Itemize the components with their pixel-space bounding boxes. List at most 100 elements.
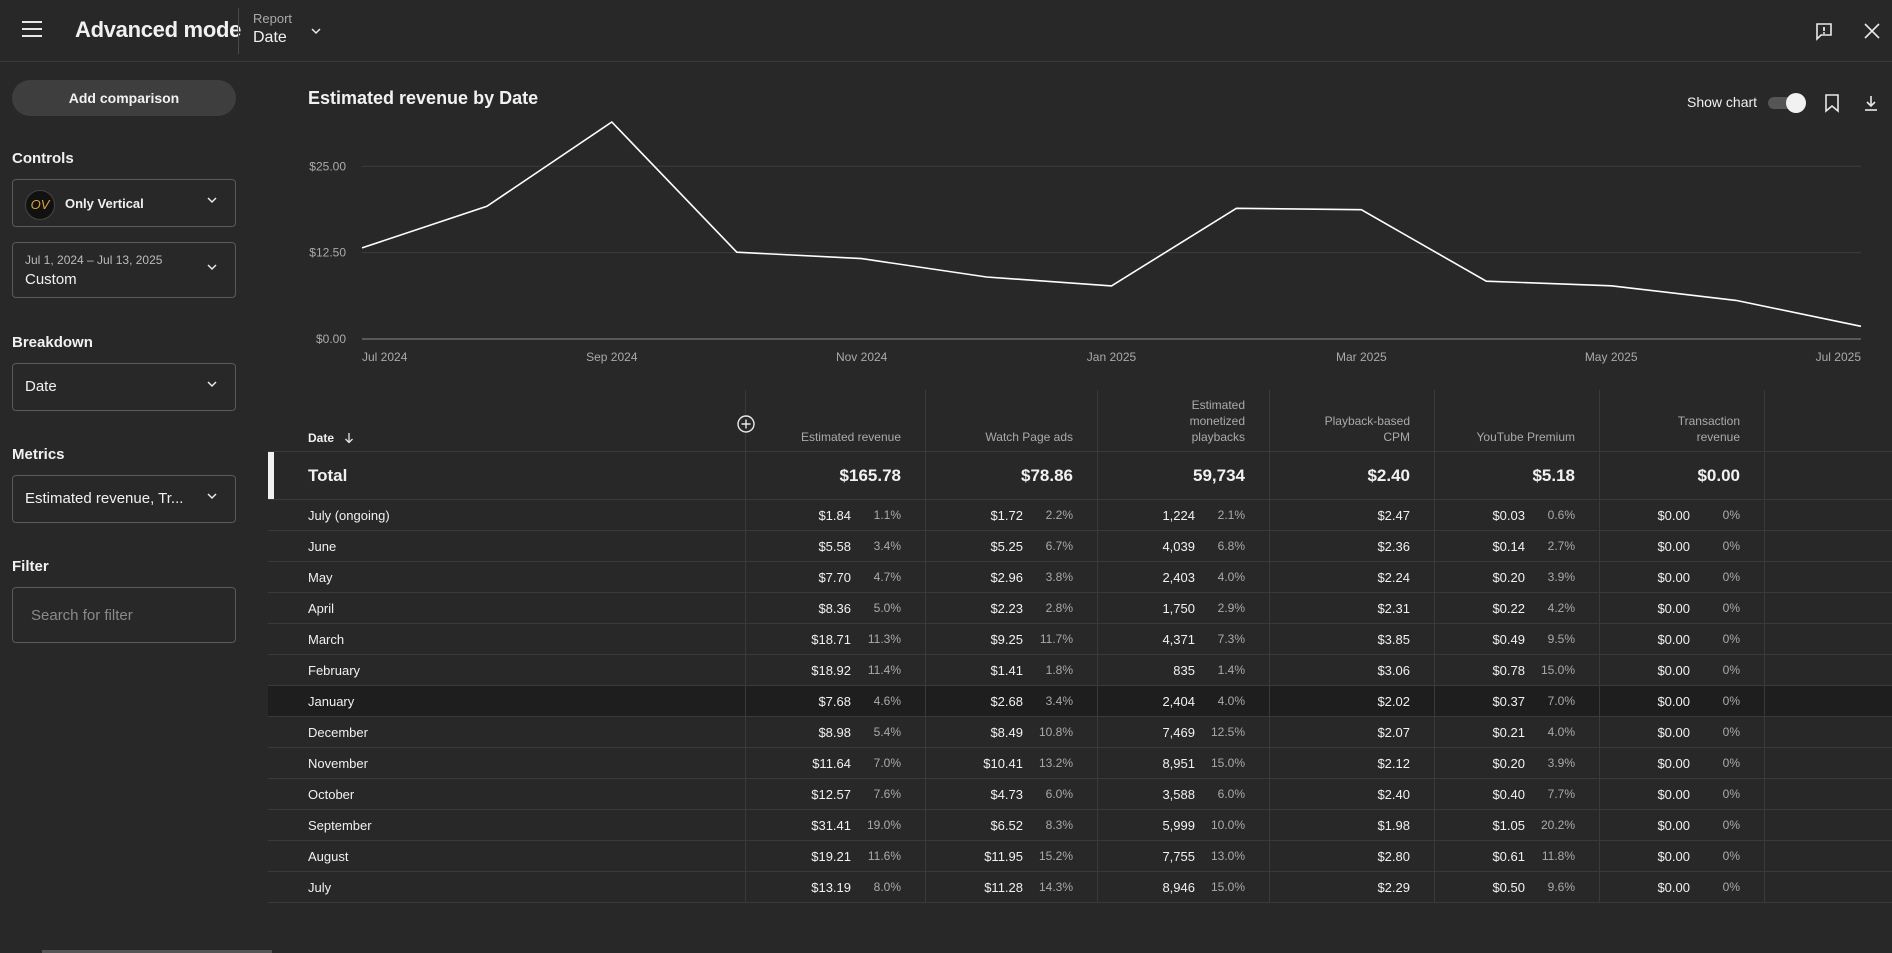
table-header-row: Date Estimated revenue Watch Page ads Es… — [268, 390, 1892, 452]
y-tick-label: $25.00 — [309, 159, 346, 173]
transaction-revenue-percent: 0% — [1722, 787, 1740, 801]
header-cell-estimated-revenue[interactable]: Estimated revenue — [746, 390, 926, 451]
metrics-label: Metrics — [12, 446, 65, 463]
chevron-down-icon — [207, 197, 217, 204]
sort-arrow-down-icon[interactable] — [344, 432, 354, 444]
header-cell-monetized-playbacks[interactable]: Estimated monetized playbacks — [1098, 390, 1270, 451]
cell-youtube-premium: $0.50 9.6% — [1435, 872, 1600, 902]
metrics-select[interactable]: Estimated revenue, Tr... — [12, 475, 236, 523]
cell-date: October — [268, 779, 746, 809]
cell-date: April — [268, 593, 746, 623]
table-row[interactable]: May $7.70 4.7% $2.96 3.8% 2,403 4.0% $2.… — [268, 562, 1892, 593]
table-row[interactable]: October $12.57 7.6% $4.73 6.0% 3,588 6.0… — [268, 779, 1892, 810]
cell-watch-page-ads: $1.72 2.2% — [926, 500, 1098, 530]
feedback-icon[interactable] — [1814, 21, 1834, 41]
breakdown-select[interactable]: Date — [12, 363, 236, 411]
youtube-premium-percent: 2.7% — [1547, 539, 1575, 553]
table-row[interactable]: February $18.92 11.4% $1.41 1.8% 835 1.4… — [268, 655, 1892, 686]
hamburger-menu-icon[interactable] — [22, 21, 42, 37]
cell-date: July — [268, 872, 746, 902]
app-title: Advanced mode — [75, 17, 242, 42]
table-row[interactable]: August $19.21 11.6% $11.95 15.2% 7,755 1… — [268, 841, 1892, 872]
cell-youtube-premium: $0.78 15.0% — [1435, 655, 1600, 685]
cell-estimated-revenue: $1.84 1.1% — [746, 500, 926, 530]
total-cell: $78.86 — [926, 452, 1098, 499]
date-range-select[interactable]: Jul 1, 2024 – Jul 13, 2025 Custom — [12, 242, 236, 298]
cell-monetized-playbacks: 8,951 15.0% — [1098, 748, 1270, 778]
estimated-revenue-percent: 7.0% — [873, 756, 901, 770]
cell-date: March — [268, 624, 746, 654]
watch-page-ads-value: $2.68 — [990, 694, 1023, 709]
table-row[interactable]: March $18.71 11.3% $9.25 11.7% 4,371 7.3… — [268, 624, 1892, 655]
cell-playback-cpm: $2.80 — [1270, 841, 1435, 871]
add-comparison-button[interactable]: Add comparison — [12, 80, 236, 116]
cell-date: May — [268, 562, 746, 592]
playback-cpm-value: $3.85 — [1377, 632, 1410, 647]
table-row[interactable]: September $31.41 19.0% $6.52 8.3% 5,999 … — [268, 810, 1892, 841]
report-selector[interactable]: Report Date — [253, 8, 333, 54]
estimated-revenue-percent: 3.4% — [873, 539, 901, 553]
header-cell-transaction-revenue[interactable]: Transaction revenue — [1600, 390, 1765, 451]
show-chart-toggle[interactable] — [1768, 93, 1806, 113]
table-row[interactable]: January $7.68 4.6% $2.68 3.4% 2,404 4.0%… — [268, 686, 1892, 717]
estimated-revenue-percent: 19.0% — [866, 818, 901, 832]
transaction-revenue-value: $0.00 — [1657, 663, 1690, 678]
cell-date: June — [268, 531, 746, 561]
transaction-revenue-value: $0.00 — [1657, 756, 1690, 771]
add-column-icon[interactable] — [736, 414, 756, 434]
monetized-playbacks-percent: 2.9% — [1217, 601, 1245, 615]
cell-estimated-revenue: $11.64 7.0% — [746, 748, 926, 778]
watch-page-ads-value: $6.52 — [990, 818, 1023, 833]
chevron-down-icon — [311, 28, 321, 35]
transaction-revenue-percent: 0% — [1722, 756, 1740, 770]
watch-page-ads-value: $1.41 — [990, 663, 1023, 678]
cell-watch-page-ads: $10.41 13.2% — [926, 748, 1098, 778]
cell-monetized-playbacks: 2,404 4.0% — [1098, 686, 1270, 716]
watch-page-ads-percent: 8.3% — [1045, 818, 1073, 832]
row-label: November — [308, 756, 368, 771]
cell-watch-page-ads: $9.25 11.7% — [926, 624, 1098, 654]
total-cell: 59,734 — [1098, 452, 1270, 499]
playback-cpm-value: $1.98 — [1377, 818, 1410, 833]
cell-transaction-revenue: $0.00 0% — [1600, 593, 1765, 623]
youtube-premium-percent: 15.0% — [1540, 663, 1575, 677]
playback-cpm-value: $2.80 — [1377, 849, 1410, 864]
table-row[interactable]: December $8.98 5.4% $8.49 10.8% 7,469 12… — [268, 717, 1892, 748]
row-label: February — [308, 663, 361, 678]
x-tick-label: Nov 2024 — [836, 350, 888, 364]
cell-youtube-premium: $0.37 7.0% — [1435, 686, 1600, 716]
cell-watch-page-ads: $2.96 3.8% — [926, 562, 1098, 592]
watch-page-ads-value: $8.49 — [990, 725, 1023, 740]
table-row[interactable]: July $13.19 8.0% $11.28 14.3% 8,946 15.0… — [268, 872, 1892, 903]
table-row[interactable]: April $8.36 5.0% $2.23 2.8% 1,750 2.9% $… — [268, 593, 1892, 624]
table-row[interactable]: July (ongoing) $1.84 1.1% $1.72 2.2% 1,2… — [268, 500, 1892, 531]
playback-cpm-value: $2.24 — [1377, 570, 1410, 585]
filter-search-input[interactable] — [12, 587, 236, 643]
cell-playback-cpm: $2.40 — [1270, 779, 1435, 809]
total-marker — [268, 452, 274, 499]
estimated-revenue-value: $18.92 — [811, 663, 851, 678]
channel-select[interactable]: OV Only Vertical — [12, 179, 236, 227]
header-cell-youtube-premium[interactable]: YouTube Premium — [1435, 390, 1600, 451]
watch-page-ads-percent: 14.3% — [1038, 880, 1073, 894]
watch-page-ads-value: $4.73 — [990, 787, 1023, 802]
cell-playback-cpm: $2.47 — [1270, 500, 1435, 530]
report-label: Report — [253, 11, 293, 26]
x-tick-label: Jul 2025 — [1816, 350, 1862, 364]
cell-monetized-playbacks: 5,999 10.0% — [1098, 810, 1270, 840]
cell-transaction-revenue: $0.00 0% — [1600, 655, 1765, 685]
cell-date: November — [268, 748, 746, 778]
transaction-revenue-percent: 0% — [1722, 508, 1740, 522]
table-row[interactable]: June $5.58 3.4% $5.25 6.7% 4,039 6.8% $2… — [268, 531, 1892, 562]
header-cell-playback-cpm[interactable]: Playback-based CPM — [1270, 390, 1435, 451]
watch-page-ads-value: $2.96 — [990, 570, 1023, 585]
header-cell-watch-page-ads[interactable]: Watch Page ads — [926, 390, 1098, 451]
table-row[interactable]: November $11.64 7.0% $10.41 13.2% 8,951 … — [268, 748, 1892, 779]
monetized-playbacks-value: 3,588 — [1162, 787, 1195, 802]
close-icon[interactable] — [1862, 21, 1882, 41]
cell-transaction-revenue: $0.00 0% — [1600, 500, 1765, 530]
y-tick-label: $0.00 — [316, 332, 346, 346]
watch-page-ads-percent: 3.8% — [1045, 570, 1073, 584]
transaction-revenue-value: $0.00 — [1657, 601, 1690, 616]
header-cell-date[interactable]: Date — [268, 390, 756, 451]
